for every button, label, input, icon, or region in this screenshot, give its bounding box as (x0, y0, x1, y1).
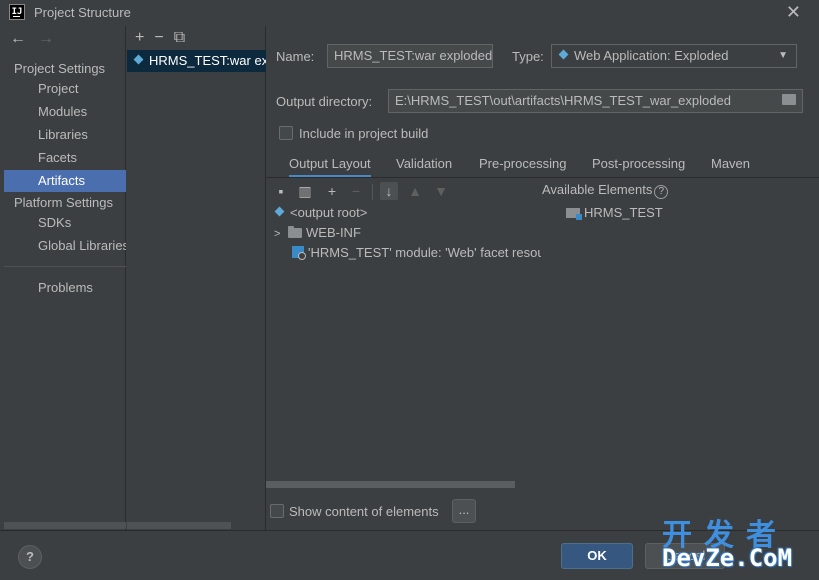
platform-settings-header: Platform Settings (14, 195, 113, 210)
sidebar-item-global-libraries[interactable]: Global Libraries (4, 235, 126, 257)
output-layout-panel: ▪ ▥ + − ↓ ▲ ▼ <output root> > WEB-INF 'HR… (266, 178, 819, 488)
sidebar-item-libraries[interactable]: Libraries (4, 124, 126, 146)
tree-facet-resources[interactable]: 'HRMS_TEST' module: 'Web' facet resou (292, 243, 541, 263)
sidebar-scrollbar[interactable] (4, 522, 126, 529)
show-content-label: Show content of elements (289, 504, 439, 519)
output-directory-value: E:\HRMS_TEST\out\artifacts\HRMS_TEST_war… (395, 93, 731, 108)
tab-pre-processing[interactable]: Pre-processing (479, 152, 566, 178)
include-in-build-label: Include in project build (299, 126, 429, 141)
create-directory-icon[interactable]: ▪ (272, 182, 290, 200)
tree-web-inf[interactable]: > WEB-INF (274, 223, 361, 243)
sidebar-item-artifacts[interactable]: Artifacts (4, 170, 126, 192)
module-folder-icon (566, 208, 582, 220)
type-label: Type: (512, 49, 544, 64)
window-title: Project Structure (34, 5, 131, 20)
artifact-list-scrollbar[interactable] (127, 522, 231, 529)
artifact-item-label: HRMS_TEST:war exploded (149, 53, 266, 68)
sidebar-item-project[interactable]: Project (4, 78, 126, 100)
available-elements-title: Available Elements (542, 182, 653, 197)
tab-validation[interactable]: Validation (396, 152, 452, 178)
sidebar-item-modules[interactable]: Modules (4, 101, 126, 123)
tab-output-layout[interactable]: Output Layout (289, 152, 371, 178)
web-facet-icon (292, 246, 306, 260)
history-navigation: ← → (10, 30, 66, 48)
close-icon[interactable]: ✕ (786, 2, 801, 23)
show-content-checkbox[interactable] (270, 504, 284, 518)
web-inf-label: WEB-INF (306, 225, 361, 240)
back-arrow-icon[interactable]: ← (10, 30, 26, 47)
chevron-down-icon: ▼ (778, 50, 788, 61)
ok-button[interactable]: OK (561, 543, 633, 569)
output-root-icon (274, 206, 286, 218)
output-directory-field[interactable]: E:\HRMS_TEST\out\artifacts\HRMS_TEST_war… (388, 89, 803, 113)
help-button[interactable]: ? (18, 545, 42, 569)
name-field[interactable]: HRMS_TEST:war exploded (327, 44, 493, 68)
intellij-app-icon: IJ (9, 4, 25, 20)
copy-artifact-icon[interactable]: ⧉ (174, 29, 185, 46)
remove-artifact-icon[interactable]: − (154, 29, 163, 46)
chevron-right-icon[interactable]: > (274, 224, 288, 244)
type-dropdown[interactable]: Web Application: Exploded ▼ (551, 44, 797, 68)
tree-output-root[interactable]: <output root> (274, 203, 367, 223)
include-in-build-checkbox[interactable] (279, 126, 293, 140)
sidebar-item-sdks[interactable]: SDKs (4, 212, 126, 234)
artifact-list-pane: +−⧉ HRMS_TEST:war exploded (127, 26, 266, 530)
available-element-label: HRMS_TEST (584, 205, 663, 220)
project-settings-header: Project Settings (14, 61, 106, 76)
tab-post-processing[interactable]: Post-processing (592, 152, 685, 178)
dialog-button-bar: ? OK Cancel (0, 530, 819, 580)
sort-elements-icon[interactable]: ↓ (380, 182, 398, 200)
sidebar-item-problems[interactable]: Problems (4, 277, 126, 299)
artifact-editor: Name: HRMS_TEST:war exploded Type: Web A… (266, 26, 819, 530)
add-artifact-icon[interactable]: + (135, 29, 144, 46)
cancel-button[interactable]: Cancel (645, 543, 725, 569)
available-element-item[interactable]: HRMS_TEST (566, 203, 663, 223)
available-elements-header: Available Elements? (542, 182, 669, 199)
sidebar-divider (4, 266, 126, 267)
sidebar-item-facets[interactable]: Facets (4, 147, 126, 169)
settings-sidebar: ← → Project Settings Project Modules Libr… (0, 26, 126, 530)
browse-folder-icon[interactable] (782, 94, 796, 105)
add-copy-of-icon[interactable]: + (323, 182, 341, 200)
artifact-list-toolbar: + − ⧉ (135, 29, 195, 47)
layout-horizontal-scrollbar[interactable] (266, 481, 515, 488)
forward-arrow-icon[interactable]: → (38, 30, 54, 47)
artifact-list-item[interactable]: HRMS_TEST:war exploded (127, 50, 266, 72)
help-icon[interactable]: ? (654, 185, 669, 199)
remove-element-icon[interactable]: − (347, 182, 365, 200)
title-bar: IJ Project Structure ✕ (0, 0, 819, 26)
web-app-icon (558, 49, 570, 61)
name-label: Name: (276, 49, 315, 64)
web-artifact-icon (133, 54, 145, 66)
tab-maven[interactable]: Maven (711, 152, 750, 178)
create-archive-icon[interactable]: ▥ (296, 182, 314, 200)
folder-icon (288, 226, 302, 238)
app-icon-text: IJ (11, 7, 23, 17)
type-dropdown-value: Web Application: Exploded (574, 48, 729, 63)
output-directory-label: Output directory: (276, 94, 373, 109)
toolbar-separator (372, 184, 373, 200)
move-up-icon[interactable]: ▲ (406, 182, 424, 200)
move-down-icon[interactable]: ▼ (432, 182, 450, 200)
show-content-options-button[interactable]: ... (452, 499, 476, 523)
output-root-label: <output root> (290, 205, 368, 220)
facet-resources-label: 'HRMS_TEST' module: 'Web' facet resou (308, 245, 541, 260)
